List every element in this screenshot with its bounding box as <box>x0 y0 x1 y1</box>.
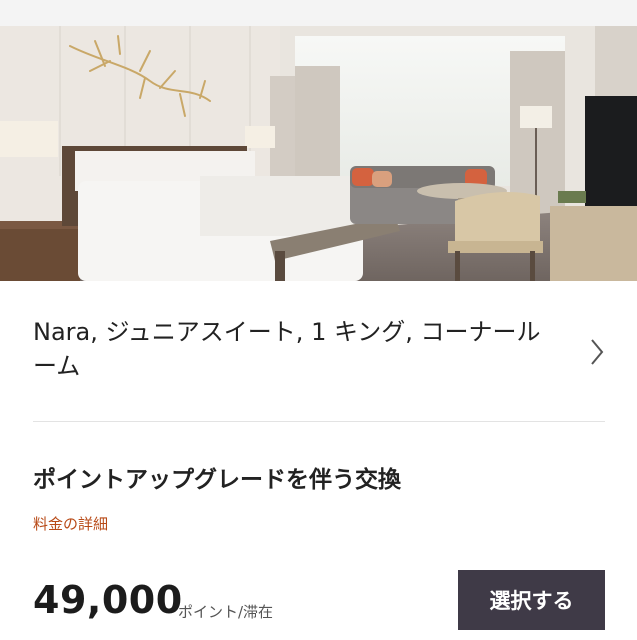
points-amount: 49,000 <box>33 578 183 622</box>
room-title: Nara, ジュニアスイート, 1 キング, コーナールーム <box>33 318 541 380</box>
chevron-right-icon <box>591 339 604 365</box>
offer-title: ポイントアップグレードを伴う交換 <box>33 467 401 493</box>
select-button[interactable]: 選択する <box>458 570 605 630</box>
room-photo[interactable] <box>0 26 637 281</box>
room-type-row[interactable]: Nara, ジュニアスイート, 1 キング, コーナールーム <box>0 281 637 421</box>
top-bar <box>0 0 637 26</box>
rate-details-link[interactable]: 料金の詳細 <box>33 513 108 534</box>
divider <box>33 421 605 422</box>
points-unit: ポイント/滞在 <box>178 603 274 621</box>
